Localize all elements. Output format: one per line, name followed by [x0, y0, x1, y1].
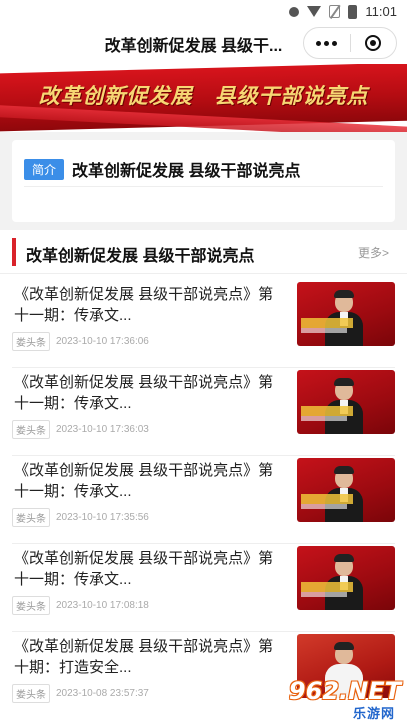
- watermark-logo: 962.NET 乐游网: [271, 677, 401, 721]
- article-time: 2023-10-10 17:35:56: [56, 512, 149, 523]
- article-time: 2023-10-08 23:57:37: [56, 688, 149, 699]
- article-source: 娄头条: [12, 332, 50, 351]
- notification-dot-icon: [289, 6, 300, 17]
- article-title: 《改革创新促发展 县级干部说亮点》第十一期：传承文...: [14, 374, 274, 412]
- article-meta: 娄头条 2023-10-08 23:57:37: [12, 684, 149, 703]
- article-meta: 娄头条 2023-10-10 17:08:18: [12, 596, 149, 615]
- article-meta: 娄头条 2023-10-10 17:35:56: [12, 508, 149, 527]
- caption-strip: [301, 582, 353, 592]
- caption-strip: [301, 504, 347, 509]
- status-icons: 11:01: [289, 4, 397, 19]
- no-sim-icon: [329, 5, 341, 18]
- miniprogram-capsule: [303, 27, 397, 59]
- article-thumbnail: [297, 458, 395, 522]
- list-item[interactable]: 《改革创新促发展 县级干部说亮点》第十一期：传承文... 娄头条 2023-10…: [0, 368, 407, 456]
- article-section: 改革创新促发展 县级干部说亮点 更多> 《改革创新促发展 县级干部说亮点》第十一…: [0, 230, 407, 725]
- more-link[interactable]: 更多>: [358, 244, 389, 261]
- list-item[interactable]: 《改革创新促发展 县级干部说亮点》第十一期：传承文... 娄头条 2023-10…: [0, 544, 407, 632]
- more-dot-icon: [332, 40, 338, 46]
- intro-row: 简介 改革创新促发展 县级干部说亮点: [24, 157, 300, 181]
- section-accent-bar: [12, 238, 16, 266]
- caption-strip: [301, 416, 347, 421]
- more-dot-icon: [316, 40, 322, 46]
- caption-strip: [301, 318, 353, 328]
- intro-card: 简介 改革创新促发展 县级干部说亮点: [12, 140, 395, 222]
- list-item[interactable]: 《改革创新促发展 县级干部说亮点》第十一期：传承文... 娄头条 2023-10…: [0, 456, 407, 544]
- article-source: 娄头条: [12, 684, 50, 703]
- article-title: 《改革创新促发展 县级干部说亮点》第十一期：传承文...: [14, 550, 274, 588]
- article-time: 2023-10-10 17:08:18: [56, 600, 149, 611]
- caption-strip: [301, 592, 347, 597]
- article-title: 《改革创新促发展 县级干部说亮点》第十期：打造安全...: [14, 638, 274, 676]
- section-header: 改革创新促发展 县级干部说亮点 更多>: [0, 230, 407, 274]
- target-icon: [365, 35, 382, 51]
- article-thumbnail: [297, 546, 395, 610]
- status-bar: 11:01: [0, 0, 407, 24]
- wifi-icon: [307, 6, 322, 17]
- close-miniprogram-button[interactable]: [350, 28, 396, 58]
- battery-icon: [348, 4, 358, 19]
- caption-strip: [301, 494, 353, 504]
- article-time: 2023-10-10 17:36:06: [56, 336, 149, 347]
- caption-strip: [301, 406, 353, 416]
- article-time: 2023-10-10 17:36:03: [56, 424, 149, 435]
- article-source: 娄头条: [12, 420, 50, 439]
- more-options-button[interactable]: [304, 28, 350, 58]
- intro-badge: 简介: [24, 158, 65, 180]
- clock: 11:01: [365, 4, 397, 19]
- article-source: 娄头条: [12, 596, 50, 615]
- more-dot-icon: [324, 40, 330, 46]
- article-thumbnail: [297, 282, 395, 346]
- article-meta: 娄头条 2023-10-10 17:36:03: [12, 420, 149, 439]
- caption-strip: [301, 328, 347, 333]
- banner-text: 改革创新促发展 县级干部说亮点: [38, 83, 369, 108]
- article-thumbnail: [297, 370, 395, 434]
- watermark-sub: 乐游网: [352, 706, 395, 721]
- nav-bar: 改革创新促发展 县级干...: [0, 24, 407, 64]
- banner: 改革创新促发展 县级干部说亮点: [0, 64, 407, 132]
- divider: [24, 186, 383, 187]
- intro-title: 改革创新促发展 县级干部说亮点: [72, 163, 301, 180]
- article-title: 《改革创新促发展 县级干部说亮点》第十一期：传承文...: [14, 462, 274, 500]
- section-title: 改革创新促发展 县级干部说亮点: [26, 248, 255, 265]
- watermark-brand: 962.NET: [288, 677, 401, 705]
- article-meta: 娄头条 2023-10-10 17:36:06: [12, 332, 149, 351]
- list-item[interactable]: 《改革创新促发展 县级干部说亮点》第十一期：传承文... 娄头条 2023-10…: [0, 280, 407, 368]
- article-title: 《改革创新促发展 县级干部说亮点》第十一期：传承文...: [14, 286, 274, 324]
- article-source: 娄头条: [12, 508, 50, 527]
